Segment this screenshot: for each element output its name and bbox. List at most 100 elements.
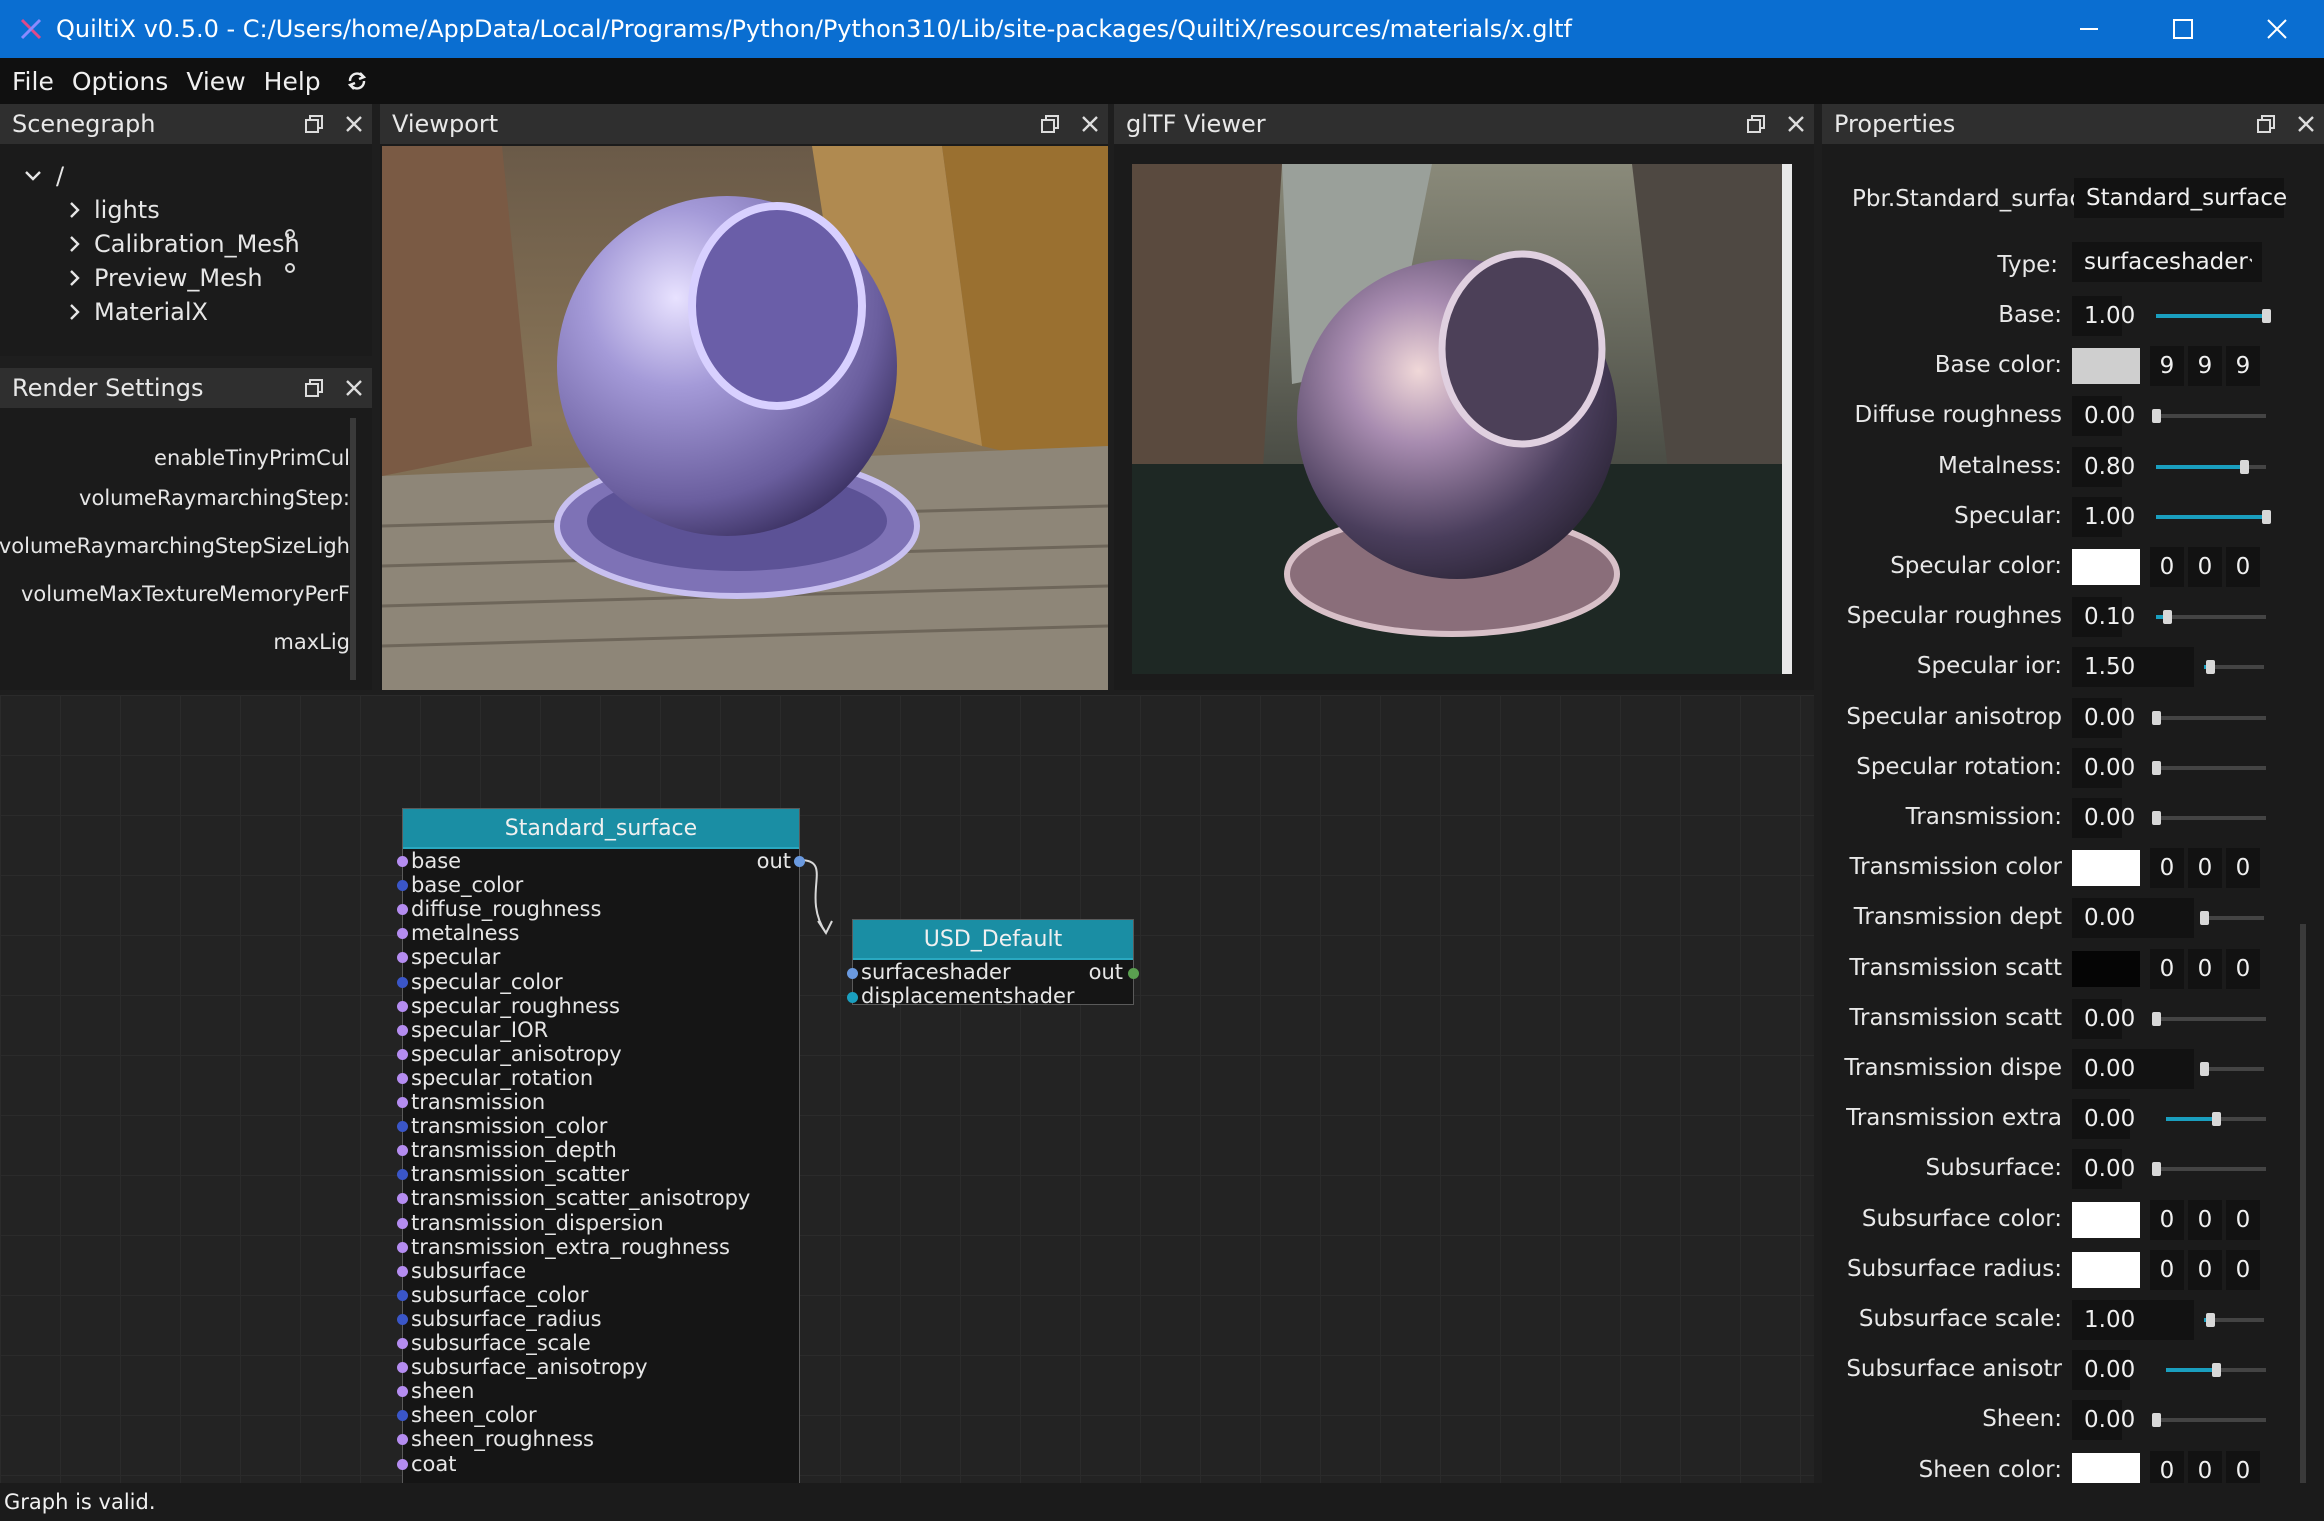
input-port[interactable] <box>397 1434 408 1446</box>
input-port[interactable] <box>397 1410 408 1422</box>
color-channel-field[interactable]: 0 <box>2226 547 2260 587</box>
property-value-field[interactable]: 1.00 <box>2072 1300 2194 1340</box>
minimize-button[interactable] <box>2042 0 2136 58</box>
color-channel-field[interactable]: 0 <box>2188 848 2222 889</box>
close-panel-icon[interactable] <box>344 378 364 398</box>
input-port[interactable] <box>397 1217 408 1229</box>
input-port[interactable] <box>397 1458 408 1470</box>
color-channel-field[interactable]: 0 <box>2188 547 2222 587</box>
visibility-icon[interactable] <box>284 228 296 240</box>
color-channel-field[interactable]: 9 <box>2150 346 2184 387</box>
color-channel-field[interactable]: 0 <box>2226 1199 2260 1240</box>
input-port[interactable] <box>847 968 858 979</box>
color-channel-field[interactable]: 0 <box>2188 1199 2222 1240</box>
input-port[interactable] <box>397 1121 408 1133</box>
refresh-icon[interactable] <box>343 67 371 95</box>
slider-handle[interactable] <box>2206 1313 2215 1327</box>
property-value-field[interactable]: 0.00 <box>2072 747 2135 788</box>
input-port[interactable] <box>397 1097 408 1108</box>
color-swatch[interactable] <box>2072 1251 2140 1288</box>
input-port[interactable] <box>397 1362 408 1374</box>
property-value-field[interactable]: 0.00 <box>2072 1099 2135 1140</box>
color-channel-field[interactable]: 0 <box>2188 1249 2222 1290</box>
property-slider[interactable] <box>2156 615 2266 620</box>
input-port[interactable] <box>397 1289 408 1301</box>
scrollbar[interactable] <box>350 418 356 680</box>
scrollbar[interactable] <box>2300 924 2306 1484</box>
tree-item-preview-mesh[interactable]: Preview_Mesh <box>68 264 263 292</box>
float-panel-icon[interactable] <box>1746 114 1766 134</box>
slider-handle[interactable] <box>2163 610 2172 625</box>
slider-handle[interactable] <box>2262 509 2271 524</box>
close-window-button[interactable] <box>2230 0 2324 58</box>
input-port[interactable] <box>397 976 408 988</box>
close-panel-icon[interactable] <box>2296 114 2316 134</box>
property-value-field[interactable]: 0.00 <box>2072 1350 2135 1391</box>
input-port[interactable] <box>397 1386 408 1398</box>
property-value-field[interactable]: 0.00 <box>2072 1049 2194 1089</box>
slider-handle[interactable] <box>2152 409 2161 424</box>
color-channel-field[interactable]: 0 <box>2150 1249 2184 1290</box>
input-port[interactable] <box>397 1048 408 1060</box>
property-value-field[interactable]: 0.00 <box>2072 1400 2135 1441</box>
input-port[interactable] <box>397 1000 408 1012</box>
menu-view[interactable]: View <box>186 67 245 96</box>
input-port[interactable] <box>397 1338 408 1349</box>
property-slider[interactable] <box>2204 916 2264 921</box>
close-panel-icon[interactable] <box>344 114 364 134</box>
slider-handle[interactable] <box>2206 660 2215 675</box>
usd-default-node[interactable]: USD_Default surfaceshader displacementsh… <box>847 919 1139 1008</box>
color-channel-field[interactable]: 0 <box>2150 1199 2184 1240</box>
output-port[interactable] <box>794 856 805 867</box>
color-channel-field[interactable]: 0 <box>2226 848 2260 889</box>
input-port[interactable] <box>397 856 408 867</box>
slider-handle[interactable] <box>2212 1363 2221 1378</box>
float-panel-icon[interactable] <box>1040 114 1060 134</box>
input-port[interactable] <box>397 1313 408 1325</box>
color-channel-field[interactable]: 9 <box>2226 346 2260 387</box>
property-value-field[interactable]: 0.00 <box>2072 697 2135 738</box>
float-panel-icon[interactable] <box>304 378 324 398</box>
property-slider[interactable] <box>2156 715 2266 720</box>
standard-surface-node[interactable]: Standard_surface out base base_color diffu… <box>397 808 805 1483</box>
close-panel-icon[interactable] <box>1080 114 1100 134</box>
property-slider[interactable] <box>2156 1016 2266 1021</box>
property-value-field[interactable]: 0.10 <box>2072 597 2135 638</box>
input-port[interactable] <box>397 1145 408 1157</box>
color-channel-field[interactable]: 0 <box>2226 1249 2260 1290</box>
color-channel-field[interactable]: 0 <box>2226 948 2260 989</box>
property-value-field[interactable]: 0.00 <box>2072 998 2135 1039</box>
slider-handle[interactable] <box>2200 911 2209 926</box>
scrollbar[interactable] <box>1782 164 1792 674</box>
input-port[interactable] <box>397 1072 408 1084</box>
slider-handle[interactable] <box>2152 1413 2161 1428</box>
property-value-field[interactable]: 0.00 <box>2072 396 2135 437</box>
input-port[interactable] <box>847 992 858 1003</box>
property-value-field[interactable]: 1.00 <box>2072 296 2135 336</box>
input-port[interactable] <box>397 952 408 964</box>
input-port[interactable] <box>397 880 408 892</box>
slider-handle[interactable] <box>2212 1112 2221 1127</box>
output-port[interactable] <box>1128 968 1139 979</box>
input-port[interactable] <box>397 1241 408 1253</box>
type-dropdown[interactable]: surfaceshader <box>2072 242 2262 282</box>
input-port[interactable] <box>397 904 408 916</box>
color-swatch[interactable] <box>2072 1201 2140 1238</box>
color-swatch[interactable] <box>2072 549 2140 585</box>
tree-item-calibration-mesh[interactable]: Calibration_Mesh <box>68 230 300 258</box>
input-port[interactable] <box>397 928 408 940</box>
color-channel-field[interactable]: 0 <box>2188 948 2222 989</box>
slider-handle[interactable] <box>2152 1011 2161 1026</box>
slider-handle[interactable] <box>2262 309 2271 323</box>
property-value-field[interactable]: 0.00 <box>2072 898 2194 939</box>
color-swatch[interactable] <box>2072 850 2140 887</box>
float-panel-icon[interactable] <box>2256 114 2276 134</box>
slider-handle[interactable] <box>2200 1062 2209 1076</box>
property-slider[interactable] <box>2156 1418 2266 1423</box>
color-channel-field[interactable]: 0 <box>2150 848 2184 889</box>
color-swatch[interactable] <box>2072 348 2140 385</box>
property-slider[interactable] <box>2156 816 2266 820</box>
tree-item-lights[interactable]: lights <box>68 196 160 224</box>
node-name-field[interactable]: Standard_surface <box>2074 178 2287 218</box>
tree-root[interactable]: / <box>24 162 64 190</box>
